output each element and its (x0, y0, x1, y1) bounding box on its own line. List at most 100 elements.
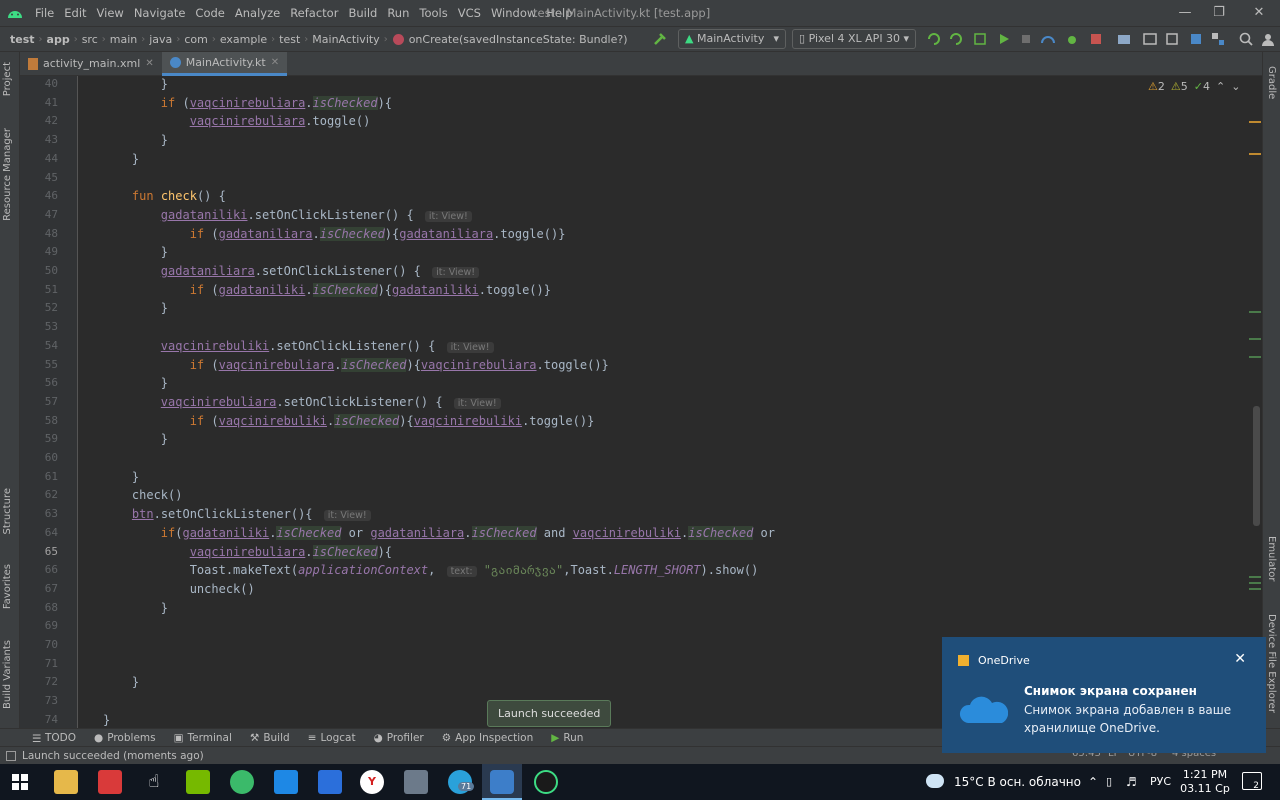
line-number[interactable]: 40 (20, 75, 58, 94)
chevron-up-icon[interactable]: ⌃ (1216, 80, 1225, 93)
menu-analyze[interactable]: Analyze (230, 0, 285, 26)
user-icon[interactable] (1260, 31, 1276, 47)
line-number[interactable]: 74 (20, 711, 58, 730)
line-number[interactable]: 44 (20, 150, 58, 169)
menu-view[interactable]: View (92, 0, 129, 26)
editor-scrollbar[interactable] (1248, 76, 1262, 728)
run-tests-icon[interactable] (972, 31, 988, 47)
weather-text[interactable]: 15°C В осн. облачно (954, 764, 1081, 800)
tool-todo[interactable]: ☰ TODO (24, 732, 84, 746)
close-notification-icon[interactable]: ✕ (1234, 651, 1246, 667)
breadcrumb-mainactivity[interactable]: MainActivity (310, 33, 381, 46)
tool-project[interactable]: Project (2, 62, 13, 96)
tool-profiler[interactable]: ◕ Profiler (366, 732, 432, 744)
breadcrumb-example[interactable]: example (218, 33, 269, 46)
line-number[interactable]: 66 (20, 561, 58, 580)
device-select[interactable]: ▯ Pixel 4 XL API 30 ▾ (792, 29, 916, 49)
breadcrumb-java[interactable]: java (147, 33, 174, 46)
line-number[interactable]: 47 (20, 206, 58, 225)
menu-navigate[interactable]: Navigate (129, 0, 191, 26)
line-number[interactable]: 42 (20, 112, 58, 131)
tool-resource-manager[interactable]: Resource Manager (2, 128, 13, 221)
app-task-icon[interactable] (534, 770, 558, 794)
menu-refactor[interactable]: Refactor (285, 0, 343, 26)
calendar-icon[interactable] (318, 770, 342, 794)
line-number[interactable]: 64 (20, 524, 58, 543)
tool-favorites[interactable]: Favorites (2, 564, 13, 609)
tool-structure[interactable]: Structure (2, 488, 13, 535)
line-number[interactable]: 55 (20, 356, 58, 375)
menu-edit[interactable]: Edit (59, 0, 91, 26)
nvidia-icon[interactable] (186, 770, 210, 794)
line-number[interactable]: 51 (20, 281, 58, 300)
line-number[interactable]: 54 (20, 337, 58, 356)
status-message[interactable]: Launch succeeded (moments ago) (0, 750, 204, 762)
menu-vcs[interactable]: VCS (453, 0, 486, 26)
line-number[interactable]: 68 (20, 599, 58, 618)
input-language[interactable]: РУС (1150, 764, 1171, 800)
line-number[interactable]: 49 (20, 243, 58, 262)
tool-logcat[interactable]: ≡ Logcat (300, 732, 364, 744)
code-editor[interactable]: } if (vaqcinirebuliara.isChecked){ vaqci… (79, 76, 1249, 728)
menu-tools[interactable]: Tools (414, 0, 452, 26)
menu-file[interactable]: File (30, 0, 59, 26)
apply-code-changes-icon[interactable] (948, 31, 964, 47)
line-number[interactable]: 61 (20, 468, 58, 487)
yandex-browser-icon[interactable]: Y (360, 770, 384, 794)
menu-code[interactable]: Code (190, 0, 229, 26)
line-number[interactable]: 48 (20, 225, 58, 244)
menu-build[interactable]: Build (343, 0, 382, 26)
breadcrumb-main[interactable]: main (108, 33, 139, 46)
file-explorer-icon[interactable] (54, 770, 78, 794)
stop-icon[interactable] (1088, 31, 1104, 47)
profile-icon[interactable] (1040, 31, 1056, 47)
vpn-app-icon[interactable] (230, 770, 254, 794)
hand-cursor-app-icon[interactable]: ☝ (142, 770, 166, 794)
apply-changes-icon[interactable] (926, 31, 942, 47)
debug-icon[interactable] (1064, 31, 1080, 47)
line-number[interactable]: 67 (20, 580, 58, 599)
line-number[interactable]: 70 (20, 636, 58, 655)
tool-device-file-explorer[interactable]: Device File Explorer (1266, 614, 1277, 713)
line-number[interactable]: 53 (20, 318, 58, 337)
breadcrumb-com[interactable]: com (182, 33, 210, 46)
tool-emulator[interactable]: Emulator (1266, 536, 1277, 581)
coverage-icon[interactable] (996, 31, 1012, 47)
breadcrumb-src[interactable]: src (80, 33, 100, 46)
line-number[interactable]: 52 (20, 299, 58, 318)
line-number[interactable]: 59 (20, 430, 58, 449)
line-number[interactable]: 69 (20, 617, 58, 636)
line-number[interactable]: 65 (20, 543, 58, 562)
onedrive-notification[interactable]: OneDrive ✕ Снимок экрана сохранен Снимок… (942, 637, 1266, 753)
line-number[interactable]: 58 (20, 412, 58, 431)
tray-chevron-icon[interactable]: ⌃ (1088, 764, 1098, 800)
sync-gradle-icon[interactable] (1116, 31, 1132, 47)
breadcrumb-project[interactable]: test (8, 33, 37, 46)
menu-run[interactable]: Run (382, 0, 414, 26)
tab-activity-main-xml[interactable]: activity_main.xml ✕ (20, 52, 162, 76)
line-number[interactable]: 46 (20, 187, 58, 206)
tool-gradle[interactable]: Gradle (1266, 66, 1277, 99)
project-structure-icon[interactable] (1210, 31, 1226, 47)
tool-run[interactable]: ▶ Run (543, 732, 591, 744)
tool-problems[interactable]: ● Problems (86, 732, 164, 744)
sdk-manager-icon[interactable] (1164, 31, 1180, 47)
flash-app-icon[interactable] (98, 770, 122, 794)
tool-app-inspection[interactable]: ⚙ App Inspection (434, 732, 542, 744)
notification-center-icon[interactable]: 2 (1242, 772, 1262, 791)
close-tab-icon[interactable]: ✕ (145, 53, 153, 75)
calculator-icon[interactable] (404, 770, 428, 794)
tool-terminal[interactable]: ▣ Terminal (166, 732, 240, 744)
tool-build-variants[interactable]: Build Variants (2, 640, 13, 709)
line-number[interactable]: 41 (20, 94, 58, 113)
network-icon[interactable]: ▯ (1106, 764, 1112, 800)
volume-icon[interactable]: ♬ (1126, 764, 1137, 800)
clock[interactable]: 1:21 PM 03.11 Ср (1180, 768, 1230, 796)
maximize-icon[interactable]: ❐ (1200, 0, 1238, 26)
mail-icon[interactable] (274, 770, 298, 794)
breadcrumb-test[interactable]: test (277, 33, 302, 46)
avd-manager-icon[interactable] (1142, 31, 1158, 47)
close-window-icon[interactable]: ✕ (1240, 0, 1278, 26)
line-number[interactable]: 63 (20, 505, 58, 524)
line-number[interactable]: 62 (20, 486, 58, 505)
